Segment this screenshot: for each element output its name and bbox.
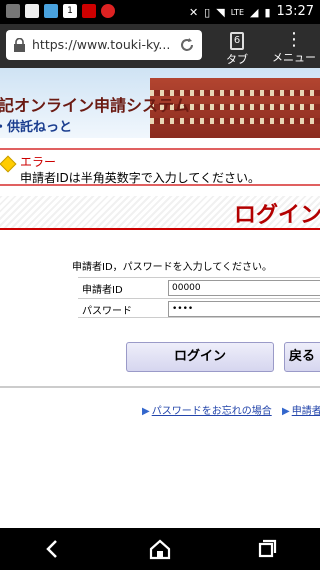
error-box: エラー 申請者IDは半角英数字で入力してください。 bbox=[0, 148, 320, 186]
tabs-button[interactable]: 6 タブ bbox=[218, 28, 256, 66]
home-nav-icon[interactable] bbox=[147, 536, 173, 562]
status-bar: 1 ✕ ▯ ◥ LTE ◢ ▮ 13:27 bbox=[0, 0, 320, 24]
alert-icon bbox=[44, 4, 58, 18]
forgot-password-link[interactable]: ▶ パスワードをお忘れの場合 bbox=[142, 402, 272, 417]
tabs-label: タブ bbox=[226, 53, 248, 66]
site-header-banner: 記オンライン申請システム ・供託ねっと bbox=[0, 68, 320, 138]
reload-icon[interactable] bbox=[178, 36, 196, 54]
id-row: 申請者ID bbox=[78, 277, 320, 297]
address-bar[interactable]: https://www.touki-ky... bbox=[6, 30, 202, 60]
clock: 13:27 bbox=[276, 4, 314, 19]
lte-icon: LTE bbox=[230, 7, 244, 17]
login-form: 申請者ID，パスワードを入力してください。 申請者ID パスワード ログイン 戻… bbox=[0, 232, 320, 372]
wifi-icon: ◥ bbox=[216, 5, 225, 19]
tabs-count: 6 bbox=[230, 32, 244, 50]
menu-button[interactable]: ⋮ メニュー bbox=[268, 28, 320, 66]
form-instruction: 申請者ID，パスワードを入力してください。 bbox=[72, 262, 273, 273]
id-label: 申請者ID bbox=[82, 285, 123, 296]
app-icon bbox=[101, 4, 115, 18]
back-button[interactable]: 戻る bbox=[284, 342, 320, 372]
calendar-icon: 1 bbox=[63, 4, 77, 18]
error-title: エラー bbox=[20, 155, 57, 169]
divider bbox=[0, 386, 320, 388]
back-nav-icon[interactable] bbox=[40, 536, 66, 562]
signal-icon: ◢ bbox=[250, 5, 259, 19]
arrow-right-icon: ▶ bbox=[282, 406, 290, 417]
notification-icon bbox=[6, 4, 20, 18]
page-title: ログイン bbox=[234, 203, 320, 228]
arrow-right-icon: ▶ bbox=[142, 406, 150, 417]
vibrate-icon: ▯ bbox=[204, 5, 211, 19]
status-bar-right-icons: ✕ ▯ ◥ LTE ◢ ▮ 13:27 bbox=[189, 4, 314, 20]
menu-label: メニュー bbox=[272, 51, 316, 64]
warning-icon bbox=[0, 155, 17, 173]
second-link[interactable]: ▶ 申請者 bbox=[282, 402, 320, 417]
error-message: 申請者IDは半角英数字で入力してください。 bbox=[20, 171, 261, 185]
more-vert-icon: ⋮ bbox=[285, 29, 303, 50]
password-label: パスワード bbox=[82, 306, 132, 317]
help-links: ▶ パスワードをお忘れの場合 ▶ 申請者 bbox=[0, 402, 320, 418]
status-bar-left-icons: 1 bbox=[6, 4, 115, 18]
forgot-password-text: パスワードをお忘れの場合 bbox=[151, 406, 272, 417]
battery-icon: ▮ bbox=[264, 5, 271, 19]
android-nav-bar bbox=[0, 528, 320, 570]
mail-icon bbox=[25, 4, 39, 18]
site-title: 記オンライン申請システム bbox=[0, 96, 190, 115]
heading-rule bbox=[0, 228, 320, 230]
url-text: https://www.touki-ky... bbox=[32, 37, 171, 52]
login-heading-band: ログイン bbox=[0, 196, 320, 230]
mute-icon: ✕ bbox=[188, 5, 199, 19]
lock-icon bbox=[14, 38, 25, 52]
password-row: パスワード bbox=[78, 298, 320, 318]
second-link-text: 申請者 bbox=[291, 406, 320, 417]
tool-icon bbox=[82, 4, 96, 18]
applicant-id-input[interactable] bbox=[168, 280, 320, 296]
login-button[interactable]: ログイン bbox=[126, 342, 274, 372]
recents-nav-icon[interactable] bbox=[254, 536, 280, 562]
screen: 1 ✕ ▯ ◥ LTE ◢ ▮ 13:27 https://www.touki-… bbox=[0, 0, 320, 570]
browser-toolbar: https://www.touki-ky... 6 タブ ⋮ メニュー bbox=[0, 24, 320, 68]
password-input[interactable] bbox=[168, 301, 320, 317]
site-subtitle: ・供託ねっと bbox=[0, 120, 73, 135]
